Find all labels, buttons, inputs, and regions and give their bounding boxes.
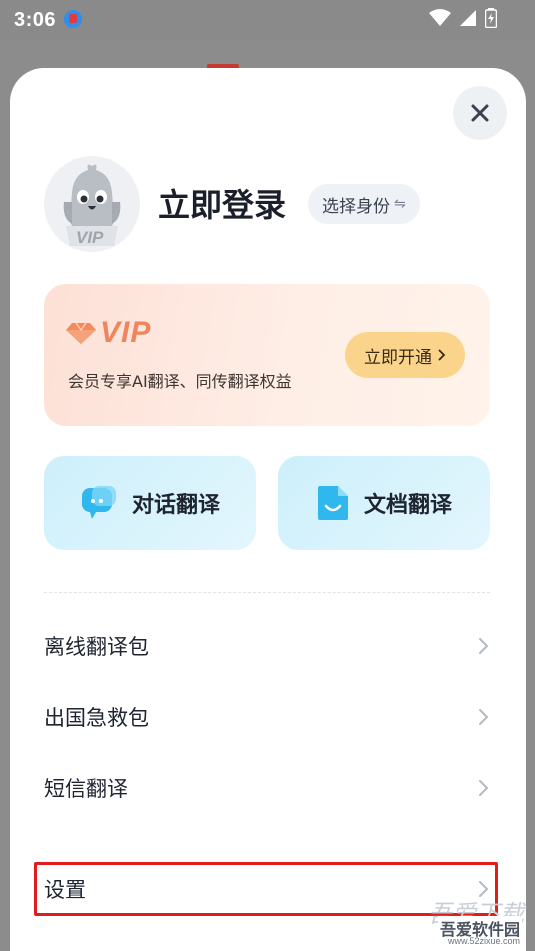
account-sheet: VIP 立即登录 选择身份 ⇋ VIP 会员专享AI翻译、同传翻译权益 立即开通 (10, 68, 526, 951)
chevron-right-icon (438, 349, 446, 361)
chevron-right-icon (479, 709, 489, 725)
close-icon (471, 104, 489, 122)
signal-icon (460, 10, 476, 26)
menu-item-label: 出国急救包 (44, 706, 149, 730)
divider (44, 592, 490, 593)
document-icon (317, 486, 348, 520)
battery-icon (485, 8, 497, 28)
menu-item-emergency-kit[interactable]: 出国急救包 (44, 692, 490, 742)
activate-vip-button[interactable]: 立即开通 (345, 332, 465, 378)
menu-item-sms-translate[interactable]: 短信翻译 (44, 763, 490, 813)
status-bar: 3:06 (0, 0, 535, 40)
vip-description: 会员专享AI翻译、同传翻译权益 (68, 372, 292, 391)
identity-chip-label: 选择身份 (322, 196, 390, 217)
vip-card[interactable]: VIP 会员专享AI翻译、同传翻译权益 立即开通 (44, 284, 490, 426)
watermark: 吾爱下载 吾爱软件园 www.52zixue.com (412, 894, 530, 946)
conversation-translate-button[interactable]: 对话翻译 (44, 456, 256, 550)
menu-item-label: 短信翻译 (44, 777, 128, 801)
close-button[interactable] (453, 86, 507, 140)
vip-logo-text: VIP (100, 316, 152, 349)
chevron-right-icon (479, 638, 489, 654)
diamond-icon (66, 322, 96, 344)
avatar[interactable]: VIP (44, 156, 140, 252)
swap-icon: ⇋ (394, 196, 406, 212)
notification-app-icon (64, 10, 82, 28)
conversation-translate-label: 对话翻译 (131, 493, 220, 518)
status-time: 3:06 (14, 9, 57, 31)
menu-item-offline-pack[interactable]: 离线翻译包 (44, 621, 490, 671)
vip-logo: VIP (66, 316, 151, 350)
watermark-url: www.52zixue.com (447, 936, 520, 946)
activate-vip-label: 立即开通 (364, 347, 432, 368)
system-icons (429, 8, 497, 28)
select-identity-button[interactable]: 选择身份 ⇋ (308, 184, 420, 224)
wifi-icon (429, 9, 451, 26)
login-title[interactable]: 立即登录 (158, 180, 286, 226)
menu-item-label: 离线翻译包 (44, 635, 149, 659)
document-translate-button[interactable]: 文档翻译 (278, 456, 490, 550)
avatar-vip-badge: VIP (76, 228, 104, 247)
document-translate-label: 文档翻译 (363, 493, 452, 518)
chat-bubble-icon (81, 486, 116, 519)
chevron-right-icon (479, 780, 489, 796)
